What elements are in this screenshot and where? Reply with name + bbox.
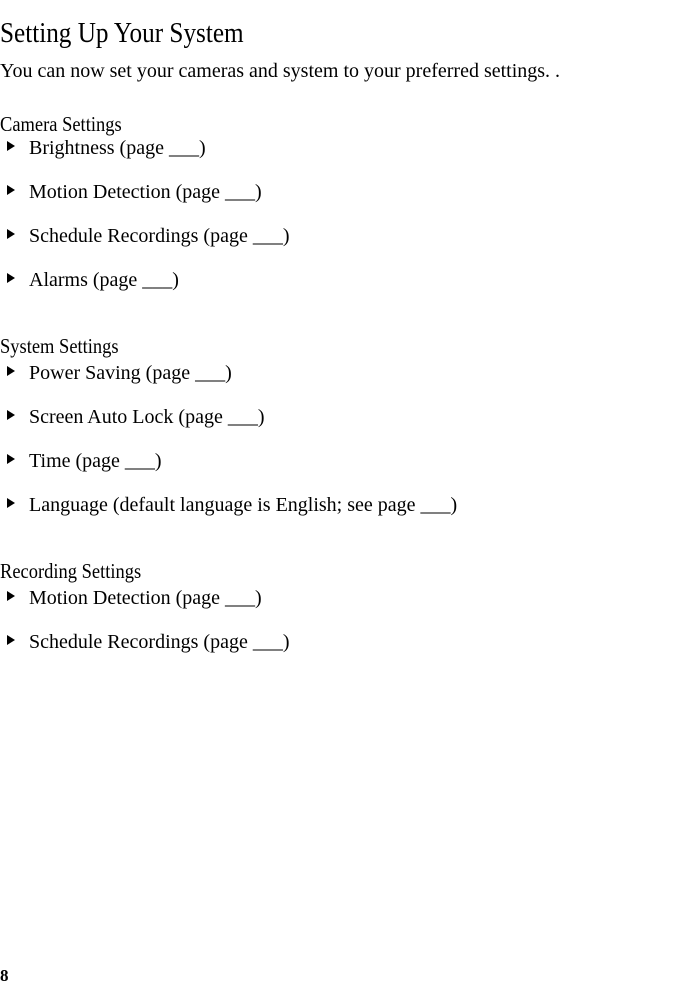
section-heading-recording-settings: Recording Settings xyxy=(0,559,142,584)
list-item: Time (page ___) xyxy=(0,448,700,476)
triangle-bullet-icon xyxy=(7,185,15,195)
list-item-label: Motion Detection (page ___) xyxy=(29,587,262,609)
list-item: Language (default language is English; s… xyxy=(0,492,700,520)
list-item: Motion Detection (page ___) xyxy=(0,585,700,613)
triangle-bullet-icon xyxy=(7,141,15,151)
intro-paragraph: You can now set your cameras and system … xyxy=(0,60,561,82)
list-item-label: Time (page ___) xyxy=(29,450,162,472)
list-item-label: Motion Detection (page ___) xyxy=(29,181,262,203)
section-heading-system-settings: System Settings xyxy=(0,334,119,359)
list-item: Motion Detection (page ___) xyxy=(0,179,700,207)
list-item-label: Schedule Recordings (page ___) xyxy=(29,631,290,653)
list-item-label: Power Saving (page ___) xyxy=(29,362,232,384)
list-item-label: Alarms (page ___) xyxy=(29,269,179,291)
triangle-bullet-icon xyxy=(7,410,15,420)
page-title: Setting Up Your System xyxy=(0,17,244,49)
list-item: Schedule Recordings (page ___) xyxy=(0,629,700,657)
triangle-bullet-icon xyxy=(7,366,15,376)
list-item-label: Screen Auto Lock (page ___) xyxy=(29,406,265,428)
list-item-label: Schedule Recordings (page ___) xyxy=(29,225,290,247)
triangle-bullet-icon xyxy=(7,591,15,601)
list-item: Brightness (page ___) xyxy=(0,135,700,163)
list-item-label: Brightness (page ___) xyxy=(29,137,206,159)
document-page: Setting Up Your System You can now set y… xyxy=(0,0,700,994)
triangle-bullet-icon xyxy=(7,498,15,508)
triangle-bullet-icon xyxy=(7,229,15,239)
section-heading-camera-settings: Camera Settings xyxy=(0,112,122,137)
page-number: 8 xyxy=(0,966,9,985)
triangle-bullet-icon xyxy=(7,454,15,464)
triangle-bullet-icon xyxy=(7,273,15,283)
list-item: Schedule Recordings (page ___) xyxy=(0,223,700,251)
triangle-bullet-icon xyxy=(7,635,15,645)
list-item-label: Language (default language is English; s… xyxy=(29,494,458,516)
list-item: Screen Auto Lock (page ___) xyxy=(0,404,700,432)
list-item: Power Saving (page ___) xyxy=(0,360,700,388)
list-item: Alarms (page ___) xyxy=(0,267,700,295)
